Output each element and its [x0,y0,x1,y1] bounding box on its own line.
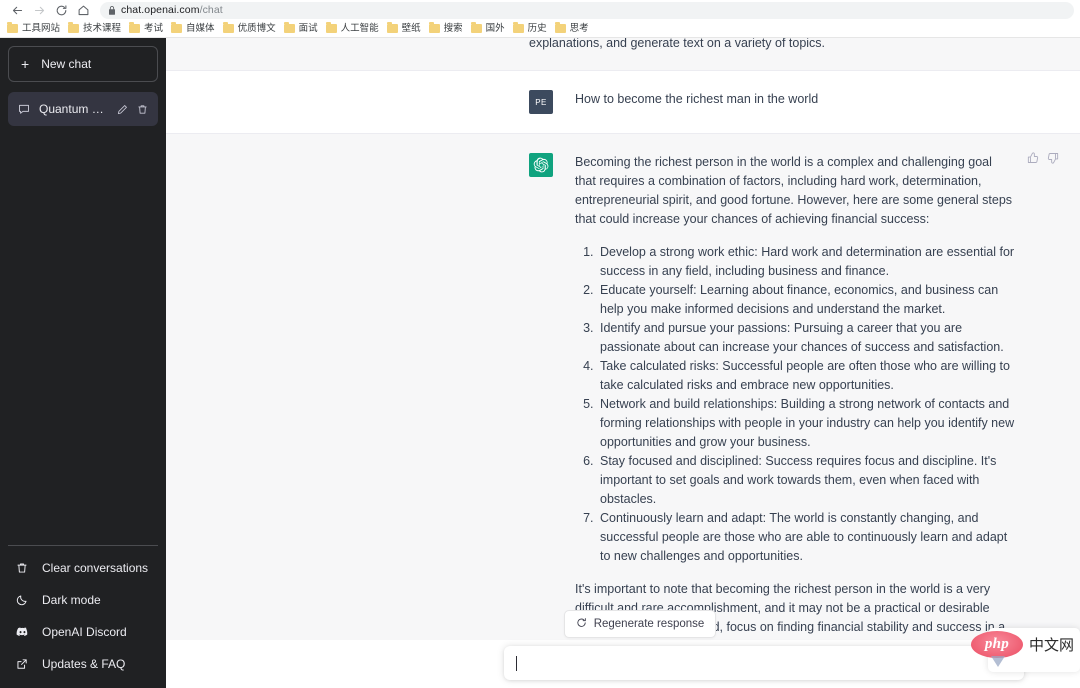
edit-pencil-icon[interactable] [117,104,128,115]
bookmark-item[interactable]: 历史 [511,21,553,37]
forward-arrow-icon [28,1,50,19]
message-thread[interactable]: explanations, and generate text on a var… [166,38,1080,640]
new-chat-button[interactable]: + New chat [8,46,158,82]
message-row-user: PE How to become the richest man in the … [166,71,1080,134]
sidebar-item-label: Updates & FAQ [42,657,126,671]
prompt-input[interactable] [517,646,1012,680]
regenerate-wrap: Regenerate response [166,610,1080,638]
sidebar-item-label: Clear conversations [42,561,149,575]
sidebar-item-dark-mode[interactable]: Dark mode [8,584,158,616]
avatar-assistant [529,153,553,177]
folder-icon [68,22,80,33]
browser-chrome: chat.openai.com/chat 工具网站 技术课程 考试 自媒体 优质… [0,0,1080,38]
folder-icon [283,22,295,33]
sidebar-item-updates-faq[interactable]: Updates & FAQ [8,648,158,680]
folder-icon [171,22,183,33]
moon-icon [16,594,30,606]
list-item: Educate yourself: Learning about finance… [597,281,1015,319]
delete-trash-icon[interactable] [137,104,148,115]
list-item: Develop a strong work ethic: Hard work a… [597,243,1015,281]
list-item: Identify and pursue your passions: Pursu… [597,319,1015,357]
folder-icon [386,22,398,33]
bookmark-item[interactable]: 面试 [282,21,324,37]
message-text: How to become the richest man in the wor… [575,92,819,106]
sidebar-item-label: OpenAI Discord [42,625,127,639]
bookmark-item[interactable]: 国外 [469,21,511,37]
message-feedback-actions [1027,152,1059,164]
new-chat-label: New chat [41,57,92,71]
home-icon[interactable] [72,1,94,19]
conversation-title: Quantum Computing [39,102,108,116]
avatar-user: PE [529,90,553,114]
composer-area: Regenerate response [166,610,1080,688]
sidebar-item-label: Dark mode [42,593,101,607]
browser-nav-bar: chat.openai.com/chat [0,0,1080,20]
bookmark-item[interactable]: 优质博文 [221,21,282,37]
folder-icon [470,22,482,33]
reload-icon[interactable] [50,1,72,19]
conversation-list: Quantum Computing [8,92,158,545]
watermark-text: 中文网 [1028,636,1074,654]
folder-icon [222,22,234,33]
bookmark-item[interactable]: 思考 [553,21,595,37]
message-row-assistant: Becoming the richest person in the world… [166,134,1080,640]
message-text: Becoming the richest person in the world… [575,153,1015,640]
trash-icon [16,562,30,574]
list-item: Take calculated risks: Successful people… [597,357,1015,395]
chat-bubble-icon [18,103,30,115]
sidebar-item-openai-discord[interactable]: OpenAI Discord [8,616,158,648]
list-item: Network and build relationships: Buildin… [597,395,1015,452]
folder-icon [325,22,337,33]
php-watermark: php 中文网 [970,631,1074,667]
address-bar[interactable]: chat.openai.com/chat [100,1,1074,19]
chat-main: explanations, and generate text on a var… [166,38,1080,688]
list-item: Continuously learn and adapt: The world … [597,509,1015,566]
regenerate-response-button[interactable]: Regenerate response [563,610,717,638]
thumbs-down-icon[interactable] [1047,152,1059,164]
bookmark-bar: 工具网站 技术课程 考试 自媒体 优质博文 面试 人工智能 壁纸 搜索 国外 历… [0,20,1080,37]
plus-icon: + [21,56,30,72]
message-text: explanations, and generate text on a var… [529,38,826,50]
sidebar-item-quantum-computing[interactable]: Quantum Computing [8,92,158,126]
bookmark-item[interactable]: 考试 [127,21,169,37]
folder-icon [554,22,566,33]
bookmark-item[interactable]: 技术课程 [66,21,127,37]
bookmark-item[interactable]: 自媒体 [169,21,221,37]
sidebar-footer: Clear conversations Dark mode OpenAI Dis… [8,545,158,680]
back-arrow-icon[interactable] [6,1,28,19]
folder-icon [512,22,524,33]
message-row-partial: explanations, and generate text on a var… [166,38,1080,71]
sidebar-item-clear-conversations[interactable]: Clear conversations [8,552,158,584]
assistant-intro: Becoming the richest person in the world… [575,155,1013,226]
discord-icon [16,627,30,637]
bookmark-item[interactable]: 壁纸 [385,21,427,37]
folder-icon [428,22,440,33]
folder-icon [7,22,18,33]
bookmark-item[interactable]: 搜索 [427,21,469,37]
php-logo-icon: php [970,631,1023,667]
assistant-steps-list: Develop a strong work ethic: Hard work a… [575,243,1015,566]
bookmark-item[interactable]: 人工智能 [324,21,385,37]
refresh-icon [576,617,587,631]
composer[interactable] [504,646,1024,680]
url-text: chat.openai.com/chat [121,3,223,16]
list-item: Stay focused and disciplined: Success re… [597,452,1015,509]
sidebar: + New chat Quantum Computing [0,38,166,688]
lock-icon [108,5,116,15]
bookmark-item[interactable]: 工具网站 [5,21,66,37]
folder-icon [129,22,141,33]
regenerate-label: Regenerate response [593,618,705,630]
external-link-icon [16,658,30,670]
thumbs-up-icon[interactable] [1027,152,1039,164]
